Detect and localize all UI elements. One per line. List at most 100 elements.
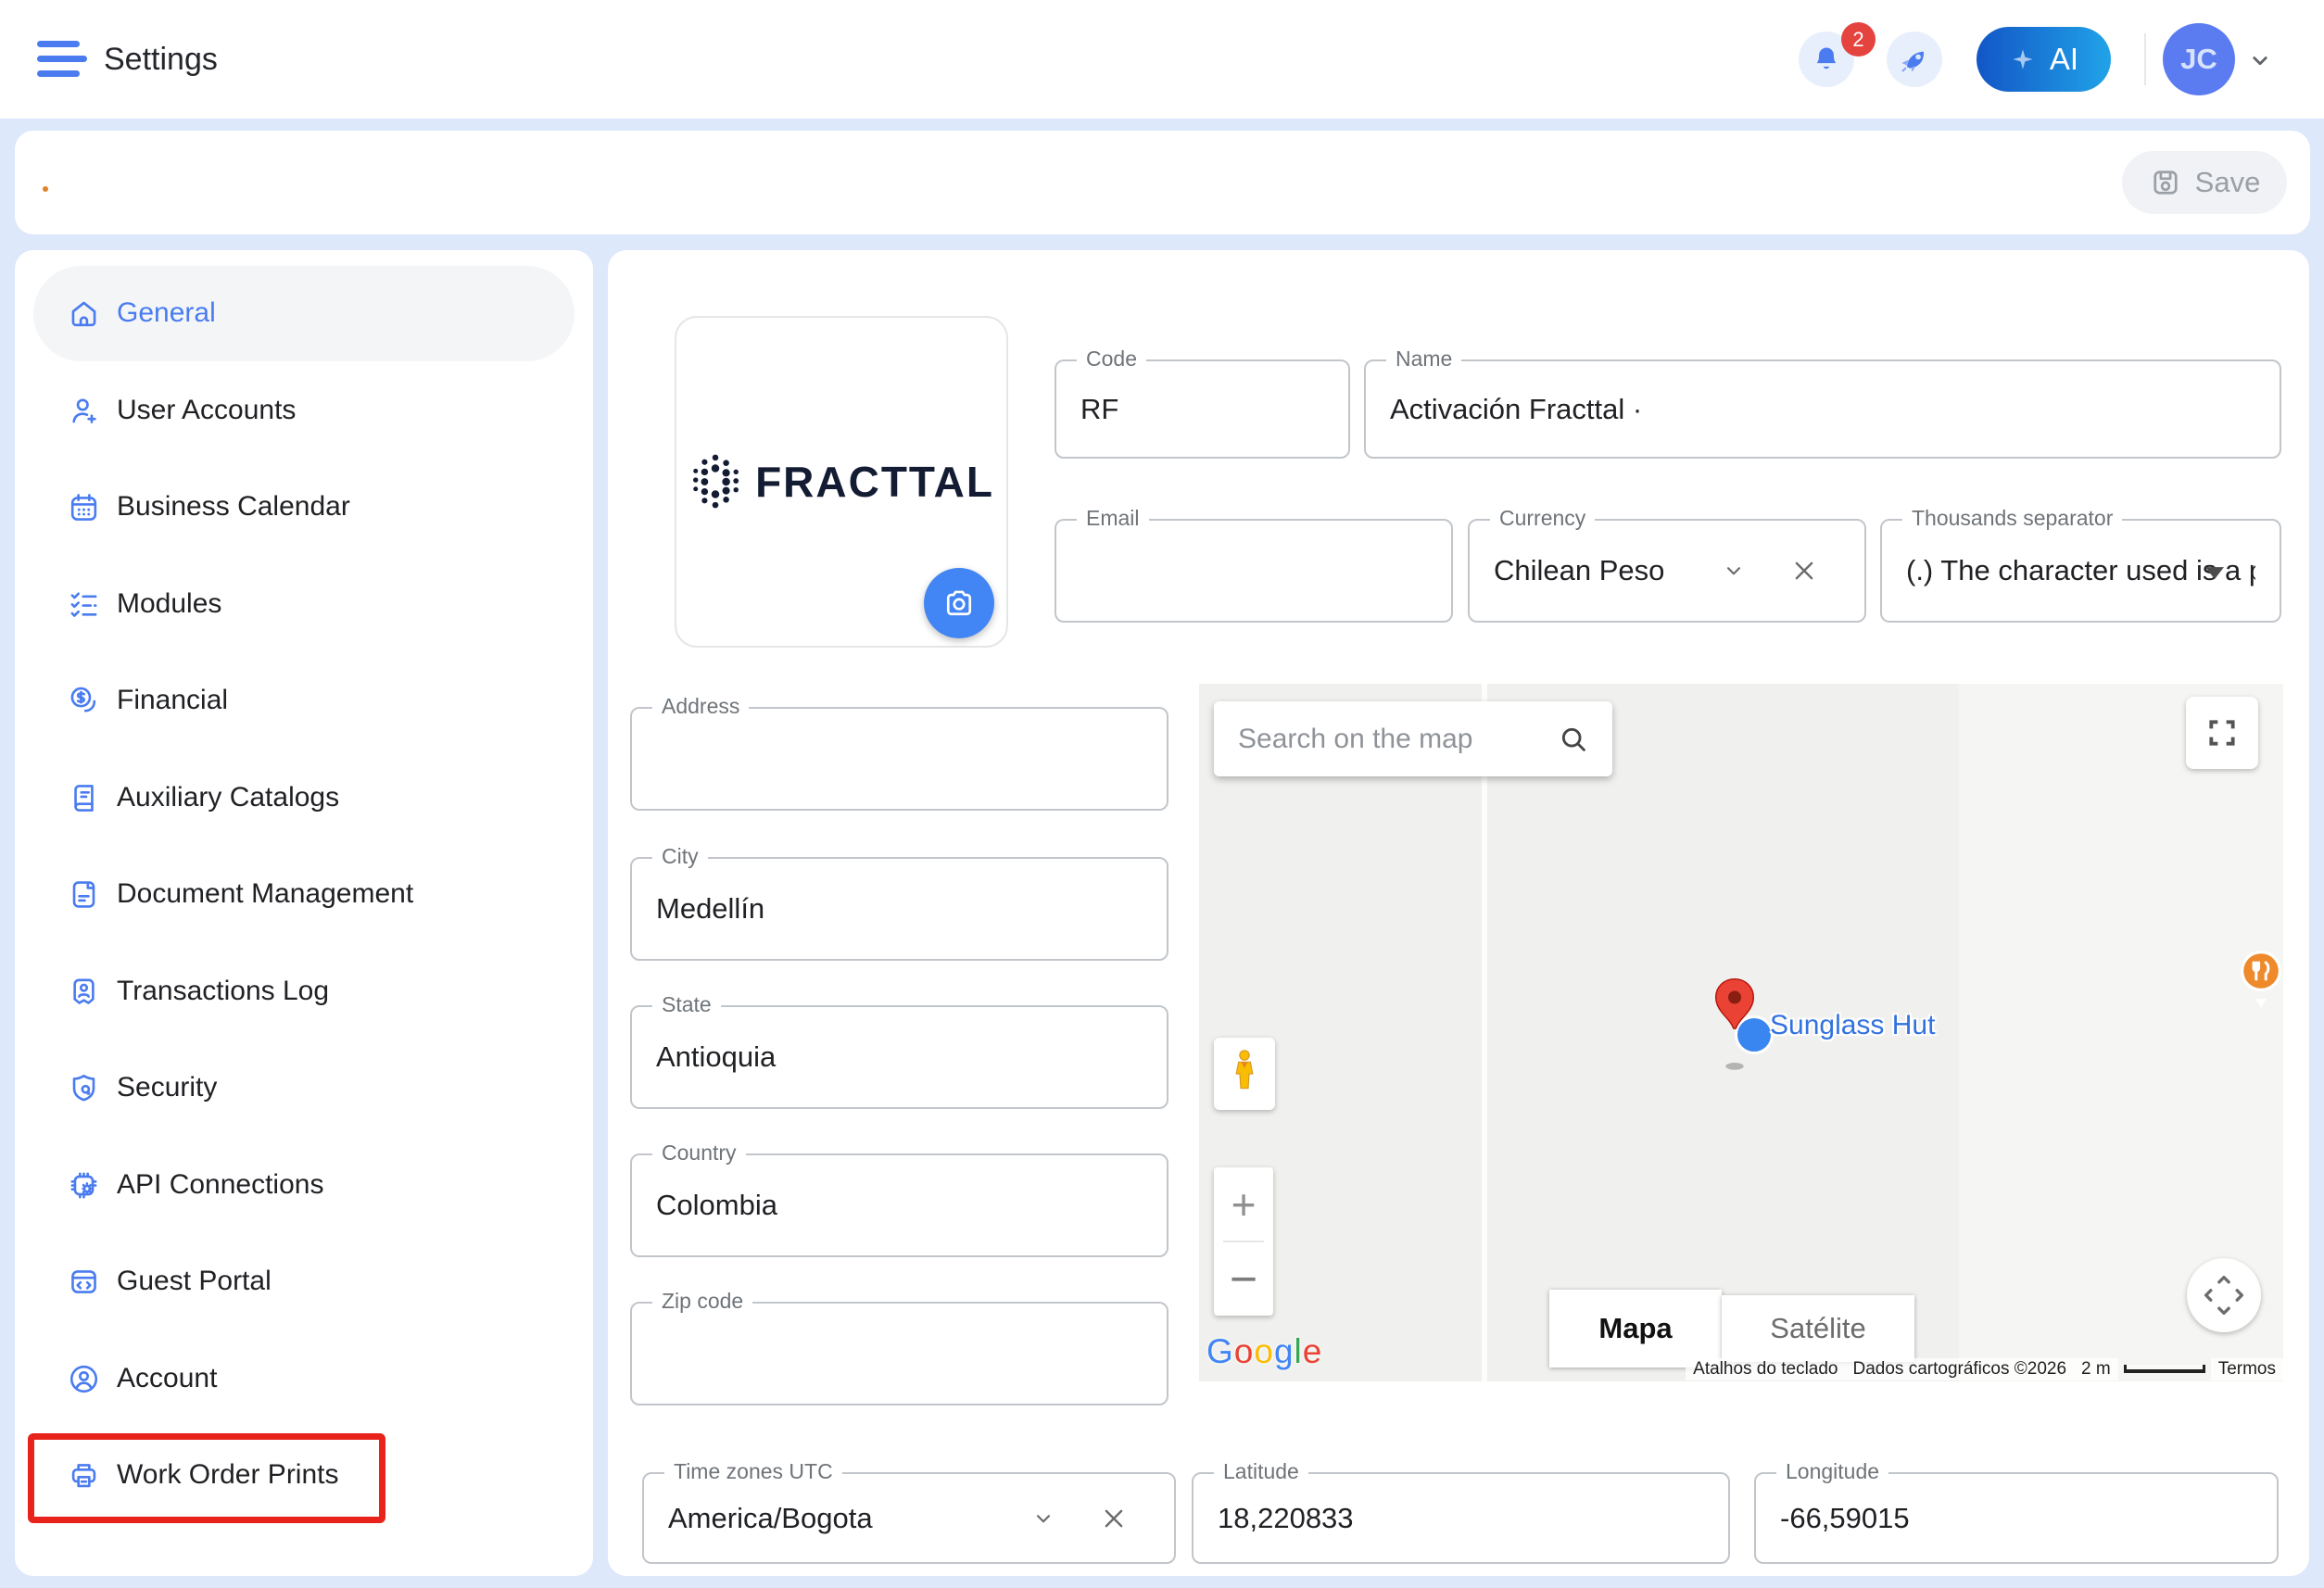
code-value: RF (1080, 393, 1118, 426)
map-terms-link[interactable]: Termos (2211, 1358, 2283, 1380)
latitude-label: Latitude (1214, 1459, 1308, 1484)
map-type-label: Mapa (1598, 1312, 1672, 1345)
save-button[interactable]: Save (2122, 151, 2287, 214)
sidebar-item-general[interactable]: General (15, 274, 593, 352)
menu-icon[interactable] (37, 41, 87, 78)
sidebar-item-label: Guest Portal (117, 1266, 272, 1297)
code-label: Code (1077, 347, 1146, 372)
map-zoom-control: + − (1214, 1167, 1273, 1316)
zoom-in-button[interactable]: + (1214, 1167, 1273, 1241)
location-map[interactable]: Search on the map + (1199, 684, 2283, 1381)
topbar-divider (2144, 33, 2146, 85)
email-label: Email (1077, 506, 1149, 531)
sidebar-item-financial[interactable]: Financial (15, 662, 593, 739)
rocket-icon (1898, 43, 1931, 76)
chip-gear-icon (67, 1168, 101, 1203)
checklist-icon (67, 587, 101, 622)
sidebar-item-label: API Connections (117, 1169, 323, 1201)
bell-icon (1811, 44, 1842, 75)
sidebar-item-label: General (117, 297, 216, 329)
latitude-value: 18,220833 (1218, 1502, 1354, 1535)
user-plus-icon (67, 394, 101, 428)
name-field[interactable]: Name Activación Fracttal · (1364, 359, 2281, 459)
chevron-down-icon[interactable] (2246, 46, 2274, 74)
timezone-label: Time zones UTC (664, 1459, 842, 1484)
stray-dot (43, 186, 48, 192)
address-field[interactable]: Address (630, 707, 1168, 811)
email-field[interactable]: Email (1055, 519, 1453, 623)
pan-arrows-icon (2195, 1267, 2253, 1324)
thousands-separator-select[interactable]: Thousands separator (.) The character us… (1880, 519, 2281, 623)
rocket-button[interactable] (1887, 32, 1942, 87)
sidebar-item-auxiliary-catalogs[interactable]: Auxiliary Catalogs (15, 759, 593, 837)
country-field[interactable]: Country Colombia (630, 1153, 1168, 1257)
sidebar-item-guest-portal[interactable]: Guest Portal (15, 1242, 593, 1320)
general-settings-panel: FRACTTAL Code RF Name Activación Fractta… (608, 250, 2309, 1576)
sidebar-item-security[interactable]: Security (15, 1049, 593, 1127)
clear-icon[interactable] (1790, 557, 1818, 585)
chevron-down-icon[interactable] (1722, 559, 1746, 583)
city-field[interactable]: City Medellín (630, 857, 1168, 961)
map-scale-bar (2124, 1365, 2205, 1373)
longitude-field[interactable]: Longitude -66,59015 (1754, 1472, 2279, 1564)
state-field[interactable]: State Antioquia (630, 1005, 1168, 1109)
map-pin-icon[interactable] (1708, 976, 1762, 1072)
avatar[interactable]: JC (2163, 23, 2235, 95)
street-view-pegman[interactable] (1214, 1038, 1275, 1110)
camera-icon (941, 586, 977, 621)
clear-icon[interactable] (1100, 1505, 1128, 1532)
address-label: Address (652, 694, 749, 719)
ai-button-label: AI (2050, 42, 2078, 77)
sidebar-item-user-accounts[interactable]: User Accounts (15, 372, 593, 449)
sidebar-item-modules[interactable]: Modules (15, 565, 593, 643)
sidebar-item-label: Work Order Prints (117, 1459, 339, 1491)
map-pan-control[interactable] (2187, 1258, 2261, 1332)
name-value: Activación Fracttal · (1390, 393, 1642, 426)
map-marker-label[interactable]: Sunglass Hut (1770, 1010, 1935, 1041)
sidebar-item-transactions-log[interactable]: Transactions Log (15, 952, 593, 1030)
sidebar-item-label: Auxiliary Catalogs (117, 782, 339, 813)
zip-code-field[interactable]: Zip code (630, 1302, 1168, 1405)
ai-button[interactable]: AI (1977, 27, 2111, 92)
code-field[interactable]: Code RF (1055, 359, 1350, 459)
book-icon (67, 781, 101, 815)
sidebar-item-account[interactable]: Account (15, 1340, 593, 1418)
avatar-initials: JC (2180, 43, 2217, 76)
satellite-type-label: Satélite (1770, 1312, 1865, 1345)
sidebar-item-work-order-prints[interactable]: Work Order Prints (15, 1436, 593, 1514)
map-scale-label: 2 m (2074, 1358, 2118, 1380)
sidebar-item-label: Account (117, 1363, 217, 1394)
timezone-value: America/Bogota (668, 1502, 873, 1535)
city-value: Medellín (656, 892, 764, 926)
notifications-button[interactable]: 2 (1799, 32, 1854, 87)
fracttal-logo-text: FRACTTAL (755, 457, 994, 507)
map-type-satellite-button[interactable]: Satélite (1722, 1295, 1914, 1362)
action-toolbar: Save (15, 131, 2310, 234)
state-value: Antioquia (656, 1040, 776, 1074)
currency-label: Currency (1490, 506, 1595, 531)
map-fullscreen-button[interactable] (2186, 697, 2258, 769)
upload-photo-button[interactable] (924, 568, 994, 638)
zoom-out-button[interactable]: − (1214, 1242, 1273, 1316)
latitude-field[interactable]: Latitude 18,220833 (1192, 1472, 1730, 1564)
timezone-select[interactable]: Time zones UTC America/Bogota (642, 1472, 1176, 1564)
sidebar-item-label: Business Calendar (117, 491, 350, 523)
map-search-input[interactable]: Search on the map (1214, 701, 1612, 776)
state-label: State (652, 992, 721, 1017)
sidebar-item-document-management[interactable]: Document Management (15, 855, 593, 933)
printer-icon (67, 1458, 101, 1493)
search-icon[interactable] (1557, 723, 1590, 756)
country-value: Colombia (656, 1189, 777, 1222)
sidebar-item-business-calendar[interactable]: Business Calendar (15, 468, 593, 546)
restaurant-poi-icon[interactable] (2239, 947, 2283, 1017)
map-search-placeholder: Search on the map (1238, 724, 1473, 755)
select-caret-icon[interactable] (2205, 567, 2224, 579)
map-data-attribution[interactable]: Dados cartográficos ©2026 (1846, 1358, 2075, 1380)
sidebar-item-api-connections[interactable]: API Connections (15, 1146, 593, 1224)
document-icon (67, 877, 101, 912)
map-keyboard-shortcuts[interactable]: Atalhos do teclado (1686, 1358, 1845, 1380)
chevron-down-icon[interactable] (1031, 1506, 1055, 1531)
map-attribution: Atalhos do teclado Dados cartográficos ©… (1686, 1356, 2283, 1381)
browser-code-icon (67, 1265, 101, 1299)
currency-select[interactable]: Currency Chilean Peso (1468, 519, 1866, 623)
